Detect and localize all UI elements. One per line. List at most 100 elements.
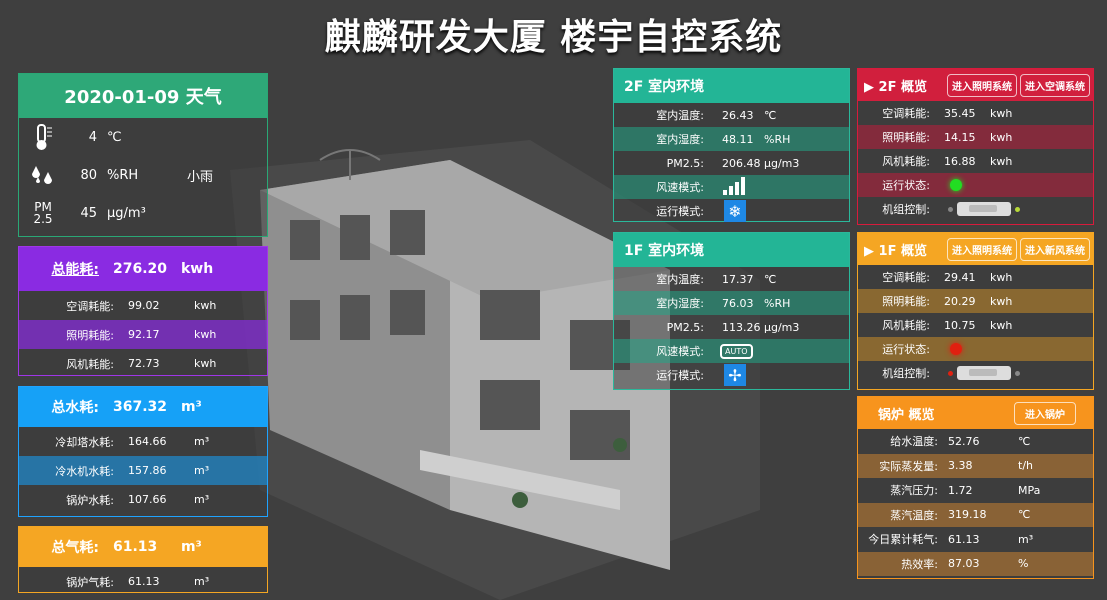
row-unit: m³ (194, 464, 210, 477)
list-item: 冷却塔水耗: 164.66 m³ (19, 427, 267, 456)
row-unit: kwh (990, 154, 1013, 168)
overview-2f-title: ▶ 2F 概览 (864, 79, 927, 95)
fan-icon[interactable]: ✢ (724, 364, 746, 386)
row-unit: μg/m3 (764, 320, 800, 334)
env-2f-panel: 2F 室内环境 室内温度: 26.43 ℃ 室内湿度: 48.11 %RH PM2.5:… (613, 68, 850, 222)
snowflake-icon[interactable]: ❄ (724, 200, 746, 222)
row-label: 运行状态: (882, 179, 930, 192)
water-panel: 总水耗: 367.32 m³ 冷却塔水耗: 164.66 m³ 冷水机水耗: 157.… (18, 386, 268, 517)
status-indicator (950, 343, 962, 355)
row-unit: ℃ (764, 272, 777, 286)
overview-2f-panel: ▶ 2F 概览 进入照明系统 进入空调系统 空调耗能: 35.45 kwh 照明耗能… (857, 68, 1094, 225)
unit-control-toggle[interactable] (957, 202, 1011, 216)
row-value: 29.41 (944, 270, 976, 284)
row-label: 冷却塔水耗: (55, 435, 114, 449)
row-label: 冷水机水耗: (55, 464, 114, 478)
row-label: PM2.5: (666, 320, 704, 334)
toggle-dot-right (1015, 370, 1020, 376)
overview-2f-header: ▶ 2F 概览 进入照明系统 进入空调系统 (858, 69, 1093, 101)
row-unit: kwh (990, 294, 1013, 308)
row-value: 61.13 (128, 575, 160, 588)
toggle-dot-left (948, 370, 953, 376)
overview-1f-header: ▶ 1F 概览 进入照明系统 进入新风系统 (858, 233, 1093, 265)
pm25-icon: PM 2.5 (19, 201, 67, 225)
row-unit: μg/m3 (764, 156, 800, 170)
humidity-unit: %RH (107, 167, 139, 183)
status-row: 运行状态: (858, 173, 1093, 197)
row-label: 实际蒸发量: (879, 459, 938, 473)
row-label: 空调耗能: (882, 107, 930, 120)
row-unit: m³ (194, 493, 210, 506)
gas-total-value: 61.13 (113, 539, 158, 555)
gas-header: 总气耗: 61.13 m³ (19, 527, 267, 567)
overview-1f-panel: ▶ 1F 概览 进入照明系统 进入新风系统 空调耗能: 29.41 kwh 照明耗能… (857, 232, 1094, 390)
title-text: 1F 概览 (878, 243, 927, 259)
list-item: 实际蒸发量: 3.38 t/h (858, 453, 1093, 478)
row-unit: kwh (990, 270, 1013, 284)
row-label: 照明耗能: (882, 131, 930, 144)
energy-total-label: 总能耗: (51, 262, 99, 278)
env-2f-title: 2F 室内环境 (614, 69, 849, 103)
fan-mode-row: 风速模式: AUTO (614, 339, 849, 363)
row-unit: m³ (194, 435, 210, 448)
enter-boiler-button[interactable]: 进入锅炉 (1014, 401, 1076, 425)
row-label: 机组控制: (882, 367, 930, 380)
row-unit: kwh (194, 299, 217, 312)
row-unit: kwh (194, 328, 217, 341)
toggle-dot-left (948, 206, 953, 212)
row-label: 空调耗能: (882, 271, 930, 284)
enter-ac-button[interactable]: 进入空调系统 (1020, 73, 1090, 97)
list-item: 空调耗能: 29.41 kwh (858, 265, 1093, 289)
run-mode-row: 运行模式: ✢ (614, 363, 849, 387)
list-item: 今日累计耗气: 61.13 m³ (858, 527, 1093, 552)
temperature-unit: ℃ (107, 129, 122, 145)
run-mode-row: 运行模式: ❄ (614, 199, 849, 223)
row-label: 风机耗能: (882, 155, 930, 168)
status-row: 运行状态: (858, 337, 1093, 361)
title-text: 2F 概览 (878, 79, 927, 95)
row-unit: kwh (990, 130, 1013, 144)
row-value: 61.13 (948, 532, 980, 546)
row-label: 风速模式: (656, 345, 704, 358)
row-unit: % (1018, 557, 1029, 571)
row-value: 17.37 (722, 272, 754, 286)
row-label: 风机耗能: (882, 319, 930, 332)
energy-total-unit: kwh (181, 261, 214, 277)
boiler-header: 锅炉 概览 进入锅炉 (858, 397, 1093, 429)
row-unit: ℃ (1018, 508, 1031, 522)
row-label: 室内温度: (656, 109, 704, 122)
boiler-title: 锅炉 概览 (878, 407, 935, 423)
weather-condition: 小雨 (187, 169, 214, 185)
row-value: 14.15 (944, 130, 976, 144)
row-label: 热效率: (901, 557, 938, 571)
gas-total-label: 总气耗: (51, 540, 99, 556)
enter-lighting-button[interactable]: 进入照明系统 (947, 237, 1017, 261)
auto-mode-icon[interactable]: AUTO (720, 343, 753, 359)
list-item: 风机耗能: 72.73 kwh (19, 349, 267, 378)
energy-panel: 总能耗: 276.20 kwh 空调耗能: 99.02 kwh 照明耗能: 92.17… (18, 246, 268, 376)
row-value: 35.45 (944, 106, 976, 120)
row-value: 157.86 (128, 464, 167, 477)
row-value: 3.38 (948, 459, 973, 473)
row-label: 给水温度: (890, 435, 938, 449)
row-value: 10.75 (944, 318, 976, 332)
water-total-value: 367.32 (113, 399, 168, 415)
list-item: 空调耗能: 35.45 kwh (858, 101, 1093, 125)
row-label: 运行模式: (656, 205, 704, 218)
water-header: 总水耗: 367.32 m³ (19, 387, 267, 427)
row-value: 72.73 (128, 357, 160, 370)
weather-header: 2020-01-09 天气 (19, 74, 267, 118)
energy-total-value: 276.20 (113, 261, 168, 277)
list-item: 蒸汽温度: 319.18 ℃ (858, 502, 1093, 527)
list-item: 照明耗能: 14.15 kwh (858, 125, 1093, 149)
row-value: 26.43 (722, 108, 754, 122)
toggle-dot-right (1015, 206, 1020, 212)
droplets-icon (19, 164, 67, 186)
row-value: 107.66 (128, 493, 167, 506)
enter-lighting-button[interactable]: 进入照明系统 (947, 73, 1017, 97)
unit-control-toggle[interactable] (957, 366, 1011, 380)
list-item: 室内湿度: 48.11 %RH (614, 127, 849, 151)
control-row: 机组控制: (858, 197, 1093, 221)
pm25-unit: μg/m³ (107, 205, 146, 221)
enter-fresh-air-button[interactable]: 进入新风系统 (1020, 237, 1090, 261)
